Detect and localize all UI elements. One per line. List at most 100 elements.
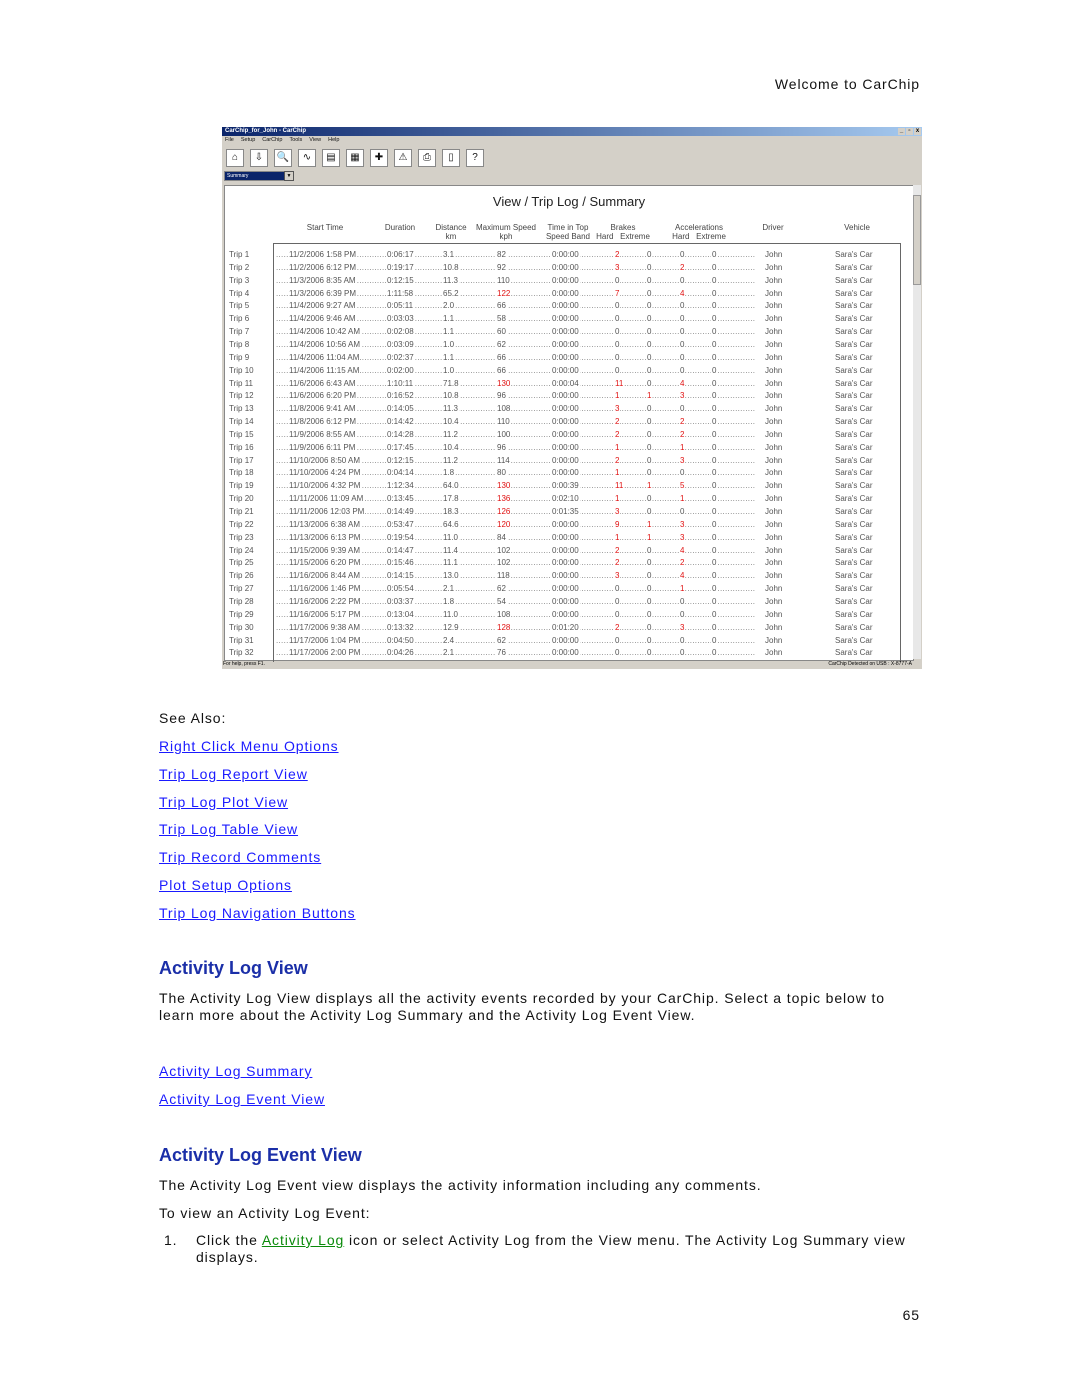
cell: 7 [614, 287, 621, 300]
cell: John [764, 326, 784, 339]
cell: 126 [496, 506, 512, 518]
trip-label: Trip 3 [229, 275, 250, 285]
trip-label: Trip 16 [229, 442, 254, 452]
trip-label: Trip 23 [229, 532, 254, 542]
cell: 11/9/2006 8:55 AM [288, 428, 357, 441]
cell: 0 [614, 595, 621, 608]
cell: 11/3/2006 6:39 PM [288, 287, 358, 300]
cell: 0:19:17 [386, 261, 415, 274]
activity-log-event-view-heading: Activity Log Event View [159, 1145, 362, 1165]
plot-icon[interactable]: ∿ [298, 149, 316, 167]
cell: 0 [711, 634, 718, 647]
cell: 0:00:00 [551, 390, 580, 403]
cell: 0:00:39 [551, 480, 580, 493]
cell: 13.0 [442, 570, 460, 583]
cell: 0 [711, 338, 718, 351]
cell: 0 [646, 364, 653, 377]
cell: Sara's Car [834, 249, 874, 261]
cell: 0 [679, 608, 686, 621]
trip-label: Trip 7 [229, 327, 250, 337]
cell: John [764, 249, 784, 261]
chevron-down-icon[interactable]: ▼ [284, 171, 294, 181]
cell: John [764, 313, 784, 326]
cell: Sara's Car [834, 570, 874, 583]
help-icon[interactable]: ? [466, 149, 484, 167]
event-view-intro: To view an Activity Log Event: [159, 1205, 371, 1221]
trip-label: Trip 29 [229, 609, 254, 619]
table-row: ........................................… [229, 634, 900, 647]
table-row: ........................................… [229, 518, 900, 531]
alert-icon[interactable]: ⚠ [394, 149, 412, 167]
close-button[interactable]: x [914, 128, 921, 135]
activity-log-icon[interactable]: ✚ [370, 149, 388, 167]
activity-log-view-heading: Activity Log View [159, 958, 308, 978]
cell: 58 [496, 313, 507, 326]
link-trip-log-table-view[interactable]: Trip Log Table View [159, 821, 298, 837]
link-activity-log-event-view[interactable]: Activity Log Event View [159, 1091, 325, 1107]
table-row: ........................................… [229, 480, 900, 493]
cell: 0 [711, 493, 718, 506]
cell: 0 [679, 647, 686, 660]
cell: Sara's Car [834, 608, 874, 621]
link-trip-log-plot-view[interactable]: Trip Log Plot View [159, 794, 288, 810]
cell: 130 [496, 480, 512, 493]
menu-view[interactable]: View [309, 136, 321, 145]
download-icon[interactable]: ⇩ [250, 149, 268, 167]
link-activity-log-summary[interactable]: Activity Log Summary [159, 1063, 312, 1079]
cell: Sara's Car [834, 274, 874, 287]
report-icon[interactable]: ▤ [322, 149, 340, 167]
cell: 11/8/2006 6:12 PM [288, 416, 358, 429]
cell: 0 [711, 570, 718, 583]
print-icon[interactable]: ⎙ [418, 149, 436, 167]
cell: 0 [646, 416, 653, 429]
link-trip-log-navigation-buttons[interactable]: Trip Log Navigation Buttons [159, 905, 356, 921]
cell: 0 [646, 338, 653, 351]
minimize-button[interactable]: _ [898, 128, 905, 135]
home-icon[interactable]: ⌂ [226, 149, 244, 167]
table-row: ........................................… [229, 544, 900, 557]
table-icon[interactable]: ▦ [346, 149, 364, 167]
cell: Sara's Car [834, 621, 874, 634]
link-trip-log-report-view[interactable]: Trip Log Report View [159, 766, 308, 782]
restore-button[interactable]: ▫ [906, 128, 913, 135]
cell: Sara's Car [834, 480, 874, 493]
menu-tools[interactable]: Tools [289, 136, 302, 145]
search-icon[interactable]: 🔍 [274, 149, 292, 167]
cell: John [764, 595, 784, 608]
cell: 11/11/2006 12:03 PM [288, 506, 366, 518]
cell: 17.8 [442, 493, 460, 506]
link-trip-record-comments[interactable]: Trip Record Comments [159, 849, 321, 865]
cell: 9 [614, 518, 621, 531]
view-select[interactable]: Summary ▼ [224, 171, 294, 181]
scrollbar-thumb[interactable] [913, 195, 921, 285]
cell: 0:06:17 [386, 249, 415, 261]
cell: 10.8 [442, 261, 460, 274]
cell: 11.3 [442, 403, 459, 416]
cell: 0:00:00 [551, 531, 580, 544]
cell: 0 [646, 454, 653, 467]
cell: 0 [679, 300, 686, 313]
cell: 0 [646, 647, 653, 660]
cell: 0:13:32 [386, 621, 415, 634]
cell: 0 [646, 261, 653, 274]
menu-help[interactable]: Help [328, 136, 339, 145]
column-header: Driver [762, 223, 784, 232]
menu-carchip[interactable]: CarChip [262, 136, 282, 145]
link-plot-setup-options[interactable]: Plot Setup Options [159, 877, 292, 893]
table-row: ........................................… [229, 403, 900, 416]
print-preview-icon[interactable]: ▯ [442, 149, 460, 167]
cell: 11/17/2006 9:38 AM [288, 621, 362, 634]
view-select-value: Summary [227, 173, 249, 179]
cell: John [764, 544, 784, 557]
cell: 96 [496, 441, 507, 454]
menu-setup[interactable]: Setup [241, 136, 255, 145]
vertical-scrollbar[interactable] [913, 185, 921, 659]
cell: Sara's Car [834, 287, 874, 300]
cell: 92 [496, 261, 507, 274]
cell: 0:13:45 [386, 493, 415, 506]
link-right-click-menu-options[interactable]: Right Click Menu Options [159, 738, 339, 754]
link-activity-log[interactable]: Activity Log [262, 1232, 344, 1248]
carchip-screenshot: CarChip_for_John - CarChip _ ▫ x File Setup… [222, 127, 922, 669]
menu-file[interactable]: File [225, 136, 234, 145]
cell: 3 [614, 261, 621, 274]
